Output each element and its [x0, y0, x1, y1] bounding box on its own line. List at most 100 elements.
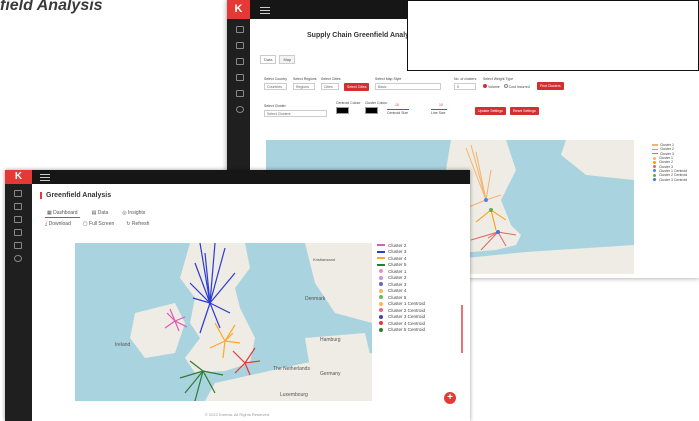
grid-icon[interactable]	[14, 203, 22, 210]
basemap-label: Select Map Style	[375, 77, 402, 81]
legend-label: Cluster 5 Centroid	[388, 327, 426, 333]
cluster-color-swatch[interactable]	[365, 107, 378, 114]
legend-label: Cluster 5	[388, 262, 407, 268]
centroid-color-swatch[interactable]	[336, 107, 349, 114]
centroid-color-picker[interactable]: Centroid Colour	[336, 101, 361, 114]
refresh-label: Refresh	[131, 221, 150, 227]
legend-label: Cluster 4	[388, 288, 407, 294]
legend-label: Cluster 3 Centroid	[659, 177, 688, 182]
region-select[interactable]: Select Regions Regions	[293, 77, 317, 90]
weight-type-label: Select Weight Type	[483, 77, 514, 81]
country-value[interactable]: Countries	[264, 83, 287, 90]
cluster-count-value[interactable]: 5	[454, 83, 476, 90]
tab-dashboard[interactable]: ▦ Dashboard	[45, 209, 80, 218]
radio-volume-icon[interactable]	[483, 84, 487, 88]
cluster-select[interactable]: Select Cluster Select Clusters	[264, 104, 327, 117]
line-size-track[interactable]	[431, 109, 447, 110]
legend-line-icon	[377, 250, 385, 253]
tab-data[interactable]: ▤ Data	[90, 209, 111, 218]
legend-label: Cluster 1 Centroid	[388, 301, 426, 307]
radio-volume-label[interactable]: Volume	[488, 85, 500, 89]
download-button[interactable]: ⤓ Download	[45, 221, 71, 227]
legend-dot-icon	[653, 173, 656, 177]
city-select[interactable]: Select Cities Cities	[321, 77, 340, 90]
legend-dot-icon	[653, 178, 656, 182]
cluster-color-picker[interactable]: Cluster Colour	[365, 101, 387, 114]
settings-icon[interactable]	[14, 255, 22, 262]
legend-line-icon	[377, 257, 385, 260]
region-value[interactable]: Regions	[293, 83, 315, 90]
page-heading: Supply Chain Greenfield Analysis	[307, 32, 419, 39]
page-heading: Greenfield Analysis	[40, 192, 111, 199]
country-label: Select Country	[264, 77, 287, 81]
legend-dot-icon	[653, 160, 656, 164]
grid-icon[interactable]	[236, 42, 244, 49]
settings-icon[interactable]	[236, 106, 244, 113]
popup-panel	[407, 0, 699, 71]
menu-icon[interactable]	[260, 7, 270, 8]
top-bar	[32, 170, 470, 184]
legend-dot-icon	[379, 295, 383, 300]
map-label-hamburg: Hamburg	[320, 337, 341, 343]
map-label-denmark: Denmark	[305, 296, 326, 302]
legend-label: Cluster 5	[388, 294, 407, 300]
reset-settings-button[interactable]: Reset Settings	[510, 107, 539, 115]
cluster-select-value[interactable]: Select Clusters	[264, 110, 327, 117]
select-cities-button[interactable]: Select Cities	[344, 83, 370, 91]
folder-icon[interactable]	[14, 229, 22, 236]
radio-cost-icon[interactable]	[503, 84, 508, 88]
basemap-value[interactable]: Basic	[375, 83, 441, 90]
tab-data[interactable]: Data	[260, 55, 277, 64]
legend-dot-icon	[379, 314, 383, 319]
radio-cost-label[interactable]: Cost Incurred	[509, 85, 530, 89]
refresh-button[interactable]: ↻ Refresh	[126, 221, 149, 227]
fullscreen-button[interactable]: ▢ Full Screen	[83, 221, 114, 227]
fullscreen-label: Full Screen	[88, 221, 115, 227]
scrollbar[interactable]	[461, 305, 463, 353]
add-button[interactable]: +	[444, 392, 456, 404]
legend-label: Cluster 4 Centroid	[388, 320, 426, 326]
cluster-count-input[interactable]: No. of clusters 5	[454, 77, 476, 90]
line-size-slider[interactable]: 10 Line Size	[431, 103, 447, 115]
legend-dot-icon	[653, 169, 656, 173]
legend-label: Cluster 3 Centroid	[388, 314, 426, 320]
legend-dot-icon	[379, 288, 383, 293]
legend-item[interactable]: Cluster 5 Centroid	[377, 327, 447, 334]
cluster-map[interactable]: Ireland Denmark Hamburg The Netherlands …	[75, 243, 372, 401]
home-icon[interactable]	[14, 190, 22, 197]
cluster-legend: Cluster 2 Cluster 3 Cluster 4 Cluster 5 Clus…	[377, 242, 447, 333]
document-icon[interactable]	[14, 242, 22, 249]
chart-icon[interactable]	[236, 58, 244, 65]
map-label-luxembourg: Luxembourg	[280, 392, 308, 398]
legend-dot-icon	[379, 282, 383, 287]
city-value[interactable]: Cities	[321, 83, 339, 90]
cluster-color-label: Cluster Colour	[365, 101, 388, 105]
centroid-size-track[interactable]	[387, 109, 409, 110]
centroid-size-slider[interactable]: 10 Centroid Size	[387, 103, 409, 115]
home-icon[interactable]	[236, 26, 244, 33]
legend-dot-icon	[379, 327, 383, 332]
map-label-germany: Germany	[320, 371, 341, 377]
app-logo: K	[5, 170, 32, 184]
update-settings-button[interactable]: Update Settings	[475, 107, 506, 115]
tab-map[interactable]: Map	[279, 55, 296, 64]
legend-label: Cluster 3	[388, 281, 407, 287]
legend-label: Cluster 4	[388, 255, 407, 261]
country-select[interactable]: Select Country Countries	[264, 77, 287, 90]
map-label-kristiansand: Kristiansand	[313, 257, 335, 262]
legend-item[interactable]: Cluster 3 Centroid	[652, 177, 688, 182]
legend-dot-icon	[379, 308, 383, 313]
document-icon[interactable]	[236, 90, 244, 97]
tab-insights[interactable]: ◎ Insights	[120, 209, 147, 218]
find-clusters-button[interactable]: Find Clusters	[537, 82, 564, 90]
sidebar: K	[5, 170, 32, 421]
download-icon: ⤓	[45, 221, 48, 227]
legend-dot-icon	[379, 275, 383, 280]
legend-line-icon	[652, 144, 658, 146]
region-label: Select Regions	[293, 77, 317, 81]
chart-icon[interactable]	[14, 216, 22, 223]
menu-icon[interactable]	[40, 174, 50, 175]
folder-icon[interactable]	[236, 74, 244, 81]
basemap-select[interactable]: Select Map Style Basic	[375, 77, 441, 90]
city-label: Select Cities	[321, 77, 341, 81]
